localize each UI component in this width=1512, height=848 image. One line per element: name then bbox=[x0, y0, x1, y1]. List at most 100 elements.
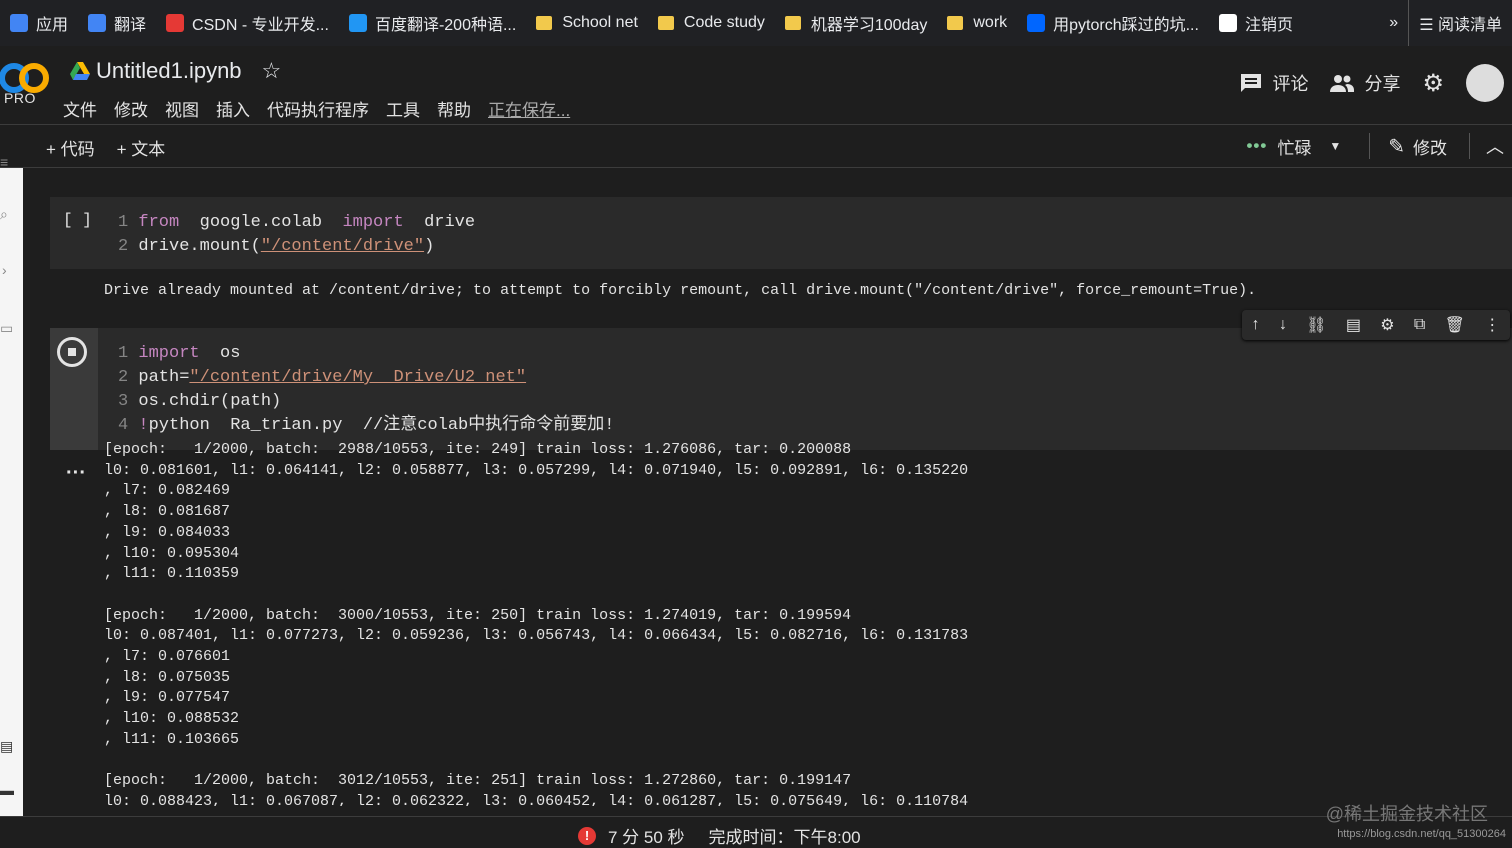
bookmark-label: 应用 bbox=[36, 17, 69, 34]
folder-icon bbox=[784, 16, 801, 30]
bookmark-label: 注销页 bbox=[1244, 17, 1293, 34]
menu-tools[interactable]: 工具 bbox=[386, 96, 420, 121]
drive-icon bbox=[70, 62, 90, 80]
code-token: "/content/drive" bbox=[260, 237, 425, 256]
output-line: , l8: 0.081687 bbox=[104, 503, 231, 521]
pro-badge: PRO bbox=[4, 90, 36, 106]
output-menu-icon[interactable]: ··· bbox=[66, 462, 86, 485]
bookmark-item[interactable]: 用pytorch踩过的坑... bbox=[1017, 0, 1209, 46]
bookmark-label: 翻译 bbox=[114, 17, 147, 34]
cell2-code[interactable]: 1 import os 2 path="/content/drive/My Dri… bbox=[118, 342, 614, 438]
elapsed-time[interactable]: 7 分 50 秒 bbox=[608, 823, 685, 848]
code-line: 2 path="/content/drive/My Drive/U2_net" bbox=[118, 366, 614, 390]
left-sidebar: ≡ ⌕ › ▭ bbox=[0, 154, 23, 728]
bookmark-label: Code study bbox=[683, 14, 765, 31]
line-number: 2 bbox=[118, 237, 139, 256]
output-line: , l11: 0.110359 bbox=[104, 565, 240, 583]
bookmark-label: 机器学习100day bbox=[810, 17, 928, 34]
people-icon bbox=[1330, 75, 1355, 92]
menu-insert[interactable]: 插入 bbox=[216, 96, 250, 121]
toc-icon[interactable]: ≡ bbox=[0, 154, 8, 170]
add-code-button[interactable]: + 代码 bbox=[46, 135, 95, 160]
output-line: , l9: 0.077547 bbox=[104, 689, 231, 707]
comment-button[interactable]: 评论 bbox=[1240, 70, 1308, 96]
more-vert-icon[interactable]: ⋮ bbox=[1484, 315, 1500, 335]
settings-gear-icon[interactable]: ⚙ bbox=[1422, 69, 1444, 98]
output-line: [epoch: 1/2000, batch: 3012/10553, ite: … bbox=[104, 772, 852, 790]
files-icon[interactable]: ▭ bbox=[0, 320, 13, 337]
code-token: ) bbox=[424, 237, 435, 256]
bookmark-item[interactable]: School net bbox=[526, 0, 648, 46]
cell1-code[interactable]: 1 from google.colab import drive 2 drive.… bbox=[118, 211, 475, 259]
link-icon[interactable]: ⛓ bbox=[1306, 315, 1326, 335]
notebook-title[interactable]: Untitled1.ipynb bbox=[96, 58, 242, 84]
avatar[interactable] bbox=[1466, 64, 1504, 102]
mirror-cell-icon[interactable]: ⧉ bbox=[1414, 316, 1425, 334]
gear-icon[interactable]: ⚙ bbox=[1380, 315, 1394, 335]
output-line: , l10: 0.095304 bbox=[104, 544, 240, 562]
runtime-busy-status[interactable]: 忙碌 bbox=[1277, 134, 1311, 159]
bookmark-item[interactable]: 注销页 bbox=[1209, 0, 1303, 46]
move-down-icon[interactable]: ↓ bbox=[1279, 316, 1287, 334]
code-token: ! bbox=[138, 416, 149, 435]
comment-icon bbox=[1241, 74, 1262, 92]
output-line: , l7: 0.082469 bbox=[104, 482, 231, 500]
menu-view[interactable]: 视图 bbox=[165, 96, 199, 121]
header-actions: 评论 分享 ⚙ bbox=[1240, 64, 1512, 102]
menu-help[interactable]: 帮助 bbox=[437, 96, 471, 121]
code-line: 1 import os bbox=[118, 342, 614, 366]
folder-icon bbox=[657, 16, 674, 30]
bookmark-item[interactable]: 百度翻译-200种语... bbox=[339, 0, 526, 46]
menu-runtime[interactable]: 代码执行程序 bbox=[267, 96, 369, 121]
saving-status[interactable]: 正在保存... bbox=[488, 96, 570, 121]
code-token: python Ra_trian.py //注意colab中执行命令前要加! bbox=[148, 416, 615, 435]
baidu-translate-icon bbox=[348, 14, 367, 32]
bookmark-label: work bbox=[973, 14, 1008, 31]
chevron-down-icon[interactable]: ▼ bbox=[1329, 139, 1341, 153]
menu-file[interactable]: 文件 bbox=[63, 96, 97, 121]
divider bbox=[1369, 133, 1371, 159]
bookmark-item[interactable]: CSDN - 专业开发... bbox=[156, 0, 339, 46]
delete-icon[interactable]: 🗑 bbox=[1445, 315, 1465, 335]
output-line: , l9: 0.084033 bbox=[104, 523, 231, 541]
comment-icon[interactable]: ▤ bbox=[1346, 315, 1361, 335]
bookmark-item[interactable]: work bbox=[937, 0, 1017, 46]
move-up-icon[interactable]: ↑ bbox=[1252, 316, 1260, 334]
watermark: @稀土掘金技术社区 bbox=[1325, 804, 1488, 824]
terminal-icon[interactable]: ▤ bbox=[0, 738, 13, 755]
bookmarks-more-button[interactable]: » bbox=[1379, 0, 1408, 46]
run-cell-button[interactable]: [ ] bbox=[63, 211, 92, 229]
bookmark-label: 百度翻译-200种语... bbox=[374, 17, 517, 34]
output-line: [epoch: 1/2000, batch: 3000/10553, ite: … bbox=[104, 606, 852, 624]
bookmark-item[interactable]: 翻译 bbox=[78, 0, 156, 46]
code-token: "/content/drive/My Drive/U2_net" bbox=[189, 368, 527, 387]
left-sidebar-bottom: ▤ ▬ bbox=[0, 728, 23, 816]
csdn-icon bbox=[166, 14, 185, 32]
stop-execution-button[interactable] bbox=[57, 337, 87, 367]
output-line: , l7: 0.076601 bbox=[104, 648, 231, 666]
collapse-chevron-up-icon[interactable]: ︿ bbox=[1486, 133, 1504, 159]
add-text-button[interactable]: + 文本 bbox=[117, 135, 166, 160]
cell-toolbar: ↑ ↓ ⛓ ▤ ⚙ ⧉ 🗑 ⋮ bbox=[1242, 310, 1510, 340]
line-number: 1 bbox=[118, 344, 139, 363]
bookmark-label: 用pytorch踩过的坑... bbox=[1053, 17, 1199, 34]
pencil-icon[interactable]: ✎ bbox=[1388, 134, 1405, 159]
share-button[interactable]: 分享 bbox=[1330, 70, 1400, 96]
bookmark-item[interactable]: 应用 bbox=[0, 0, 78, 46]
star-icon[interactable]: ☆ bbox=[262, 58, 282, 84]
search-icon[interactable]: ⌕ bbox=[0, 206, 8, 223]
code-token: drive bbox=[403, 213, 476, 232]
busy-dots-icon: ••• bbox=[1246, 136, 1268, 155]
menu-edit[interactable]: 修改 bbox=[114, 96, 148, 121]
reading-list-button[interactable]: ☰ 阅读清单 bbox=[1408, 0, 1512, 46]
bookmark-label: School net bbox=[562, 14, 638, 31]
edit-button[interactable]: 修改 bbox=[1413, 134, 1447, 159]
code-snippet-icon[interactable]: › bbox=[2, 262, 7, 278]
bookmark-item[interactable]: Code study bbox=[648, 0, 775, 46]
divider bbox=[1469, 133, 1470, 159]
bookmark-item[interactable]: 机器学习100day bbox=[775, 0, 938, 46]
apps-grid-icon bbox=[10, 14, 28, 32]
console-icon[interactable]: ▬ bbox=[0, 782, 14, 798]
